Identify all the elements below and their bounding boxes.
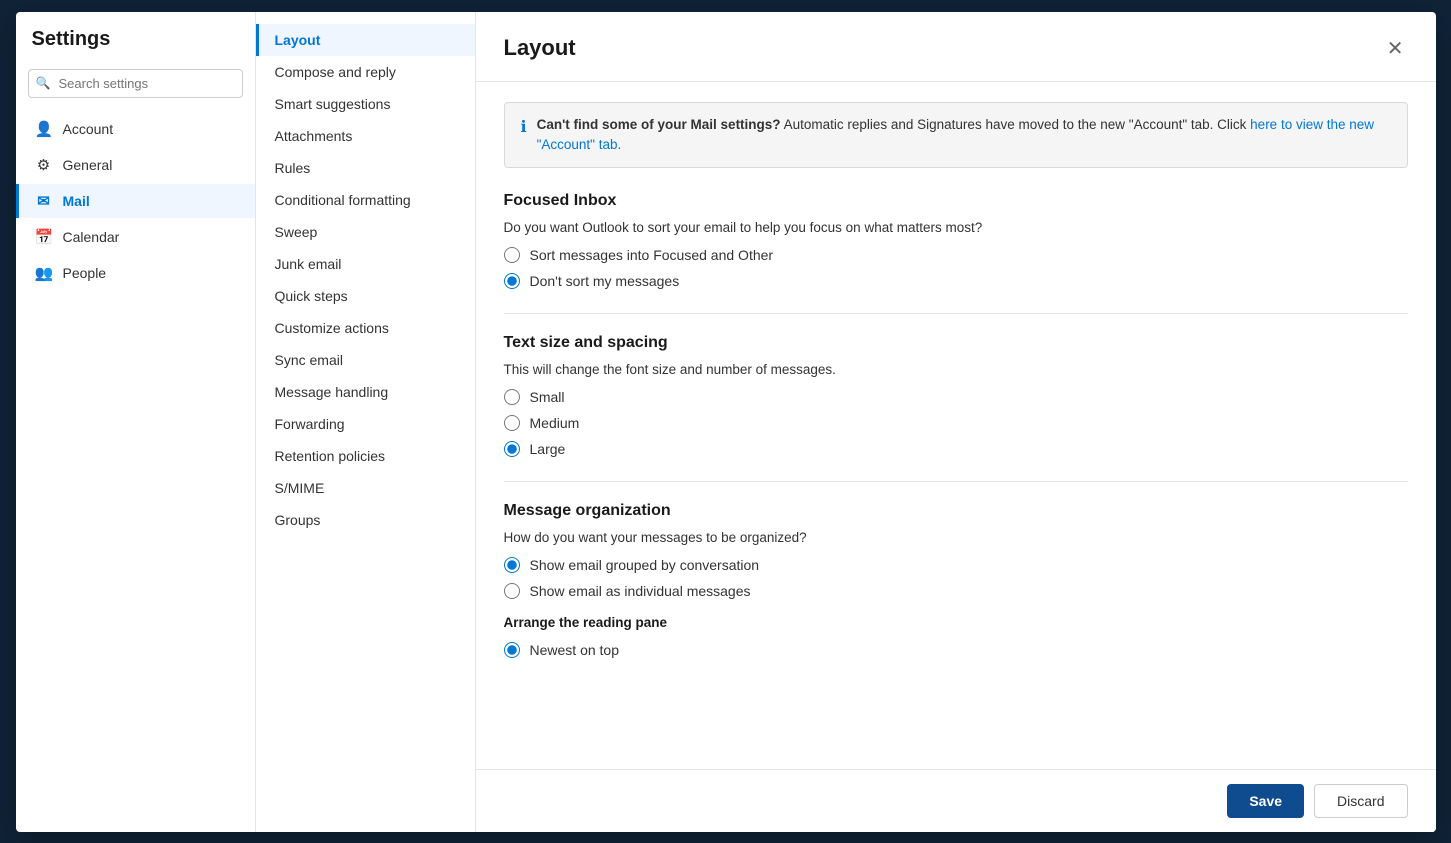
sidebar-item-account-label: Account [63, 121, 114, 137]
radio-small[interactable]: Small [504, 389, 1408, 405]
radio-dont-sort[interactable]: Don't sort my messages [504, 273, 1408, 289]
submenu-item-smime[interactable]: S/MIME [256, 472, 475, 504]
message-org-desc: How do you want your messages to be orga… [504, 530, 1408, 545]
radio-medium-input[interactable] [504, 415, 520, 431]
section-focused-inbox: Focused Inbox Do you want Outlook to sor… [504, 192, 1408, 289]
radio-large-input[interactable] [504, 441, 520, 457]
info-icon: ℹ [521, 116, 527, 140]
radio-medium-label[interactable]: Medium [530, 415, 580, 431]
sidebar: Settings 🔍 👤 Account ⚙ General ✉ Mail [16, 12, 256, 832]
sidebar-item-general[interactable]: ⚙ General [16, 148, 255, 182]
arrange-reading-pane-label: Arrange the reading pane [504, 615, 1408, 630]
sidebar-item-mail[interactable]: ✉ Mail [16, 184, 255, 218]
submenu-item-compose-reply[interactable]: Compose and reply [256, 56, 475, 88]
general-icon: ⚙ [35, 156, 53, 174]
radio-grouped-label[interactable]: Show email grouped by conversation [530, 557, 760, 573]
account-icon: 👤 [35, 120, 53, 138]
search-icon: 🔍 [36, 76, 51, 90]
sidebar-item-general-label: General [63, 157, 113, 173]
submenu-item-quick-steps[interactable]: Quick steps [256, 280, 475, 312]
sidebar-item-people[interactable]: 👥 People [16, 256, 255, 290]
radio-newest-top-input[interactable] [504, 642, 520, 658]
info-banner-bold: Can't find some of your Mail settings? [537, 117, 781, 132]
submenu-item-groups[interactable]: Groups [256, 504, 475, 536]
submenu-item-junk-email[interactable]: Junk email [256, 248, 475, 280]
radio-grouped-conversation[interactable]: Show email grouped by conversation [504, 557, 1408, 573]
submenu-item-attachments[interactable]: Attachments [256, 120, 475, 152]
sidebar-title: Settings [16, 28, 255, 67]
radio-dont-sort-label[interactable]: Don't sort my messages [530, 273, 680, 289]
info-banner-normal: Automatic replies and Signatures have mo… [784, 117, 1251, 132]
radio-newest-top[interactable]: Newest on top [504, 642, 1408, 658]
settings-modal: Settings 🔍 👤 Account ⚙ General ✉ Mail [16, 12, 1436, 832]
submenu-item-rules[interactable]: Rules [256, 152, 475, 184]
submenu-item-message-handling[interactable]: Message handling [256, 376, 475, 408]
radio-sort-focused[interactable]: Sort messages into Focused and Other [504, 247, 1408, 263]
text-size-options: Small Medium Large [504, 389, 1408, 457]
radio-small-label[interactable]: Small [530, 389, 565, 405]
arrange-reading-pane-options: Newest on top [504, 642, 1408, 658]
divider-2 [504, 481, 1408, 482]
modal-footer: Save Discard [476, 769, 1436, 832]
message-org-options: Show email grouped by conversation Show … [504, 557, 1408, 599]
text-size-desc: This will change the font size and numbe… [504, 362, 1408, 377]
section-text-size: Text size and spacing This will change t… [504, 334, 1408, 457]
text-size-title: Text size and spacing [504, 334, 1408, 352]
radio-sort-focused-input[interactable] [504, 247, 520, 263]
info-banner: ℹ Can't find some of your Mail settings?… [504, 102, 1408, 169]
radio-medium[interactable]: Medium [504, 415, 1408, 431]
main-title: Layout [504, 35, 576, 61]
focused-inbox-desc: Do you want Outlook to sort your email t… [504, 220, 1408, 235]
sidebar-item-mail-label: Mail [63, 193, 90, 209]
message-org-title: Message organization [504, 502, 1408, 520]
submenu-item-conditional-formatting[interactable]: Conditional formatting [256, 184, 475, 216]
submenu-item-sync-email[interactable]: Sync email [256, 344, 475, 376]
radio-individual-messages[interactable]: Show email as individual messages [504, 583, 1408, 599]
search-box: 🔍 [28, 69, 243, 98]
section-message-org: Message organization How do you want you… [504, 502, 1408, 658]
radio-large[interactable]: Large [504, 441, 1408, 457]
submenu-item-sweep[interactable]: Sweep [256, 216, 475, 248]
main-header: Layout ✕ [476, 12, 1436, 82]
radio-large-label[interactable]: Large [530, 441, 566, 457]
search-input[interactable] [28, 69, 243, 98]
submenu-item-smart-suggestions[interactable]: Smart suggestions [256, 88, 475, 120]
divider-1 [504, 313, 1408, 314]
focused-inbox-options: Sort messages into Focused and Other Don… [504, 247, 1408, 289]
sidebar-item-account[interactable]: 👤 Account [16, 112, 255, 146]
submenu-item-retention-policies[interactable]: Retention policies [256, 440, 475, 472]
info-banner-text: Can't find some of your Mail settings? A… [537, 115, 1391, 156]
focused-inbox-title: Focused Inbox [504, 192, 1408, 210]
modal-body: Settings 🔍 👤 Account ⚙ General ✉ Mail [16, 12, 1436, 832]
discard-button[interactable]: Discard [1314, 784, 1407, 818]
radio-sort-focused-label[interactable]: Sort messages into Focused and Other [530, 247, 774, 263]
submenu: Layout Compose and reply Smart suggestio… [256, 12, 476, 832]
radio-individual-input[interactable] [504, 583, 520, 599]
main-scroll: ℹ Can't find some of your Mail settings?… [476, 82, 1436, 769]
people-icon: 👥 [35, 264, 53, 282]
sidebar-item-people-label: People [63, 265, 107, 281]
calendar-icon: 📅 [35, 228, 53, 246]
close-button[interactable]: ✕ [1383, 32, 1408, 65]
radio-individual-label[interactable]: Show email as individual messages [530, 583, 751, 599]
radio-grouped-input[interactable] [504, 557, 520, 573]
submenu-item-layout[interactable]: Layout [256, 24, 475, 56]
radio-small-input[interactable] [504, 389, 520, 405]
radio-dont-sort-input[interactable] [504, 273, 520, 289]
sidebar-item-calendar[interactable]: 📅 Calendar [16, 220, 255, 254]
sidebar-item-calendar-label: Calendar [63, 229, 120, 245]
main-content: Layout ✕ ℹ Can't find some of your Mail … [476, 12, 1436, 832]
mail-icon: ✉ [35, 192, 53, 210]
save-button[interactable]: Save [1227, 784, 1304, 818]
modal-overlay: Settings 🔍 👤 Account ⚙ General ✉ Mail [0, 0, 1451, 843]
submenu-item-customize-actions[interactable]: Customize actions [256, 312, 475, 344]
submenu-item-forwarding[interactable]: Forwarding [256, 408, 475, 440]
radio-newest-top-label[interactable]: Newest on top [530, 642, 620, 658]
